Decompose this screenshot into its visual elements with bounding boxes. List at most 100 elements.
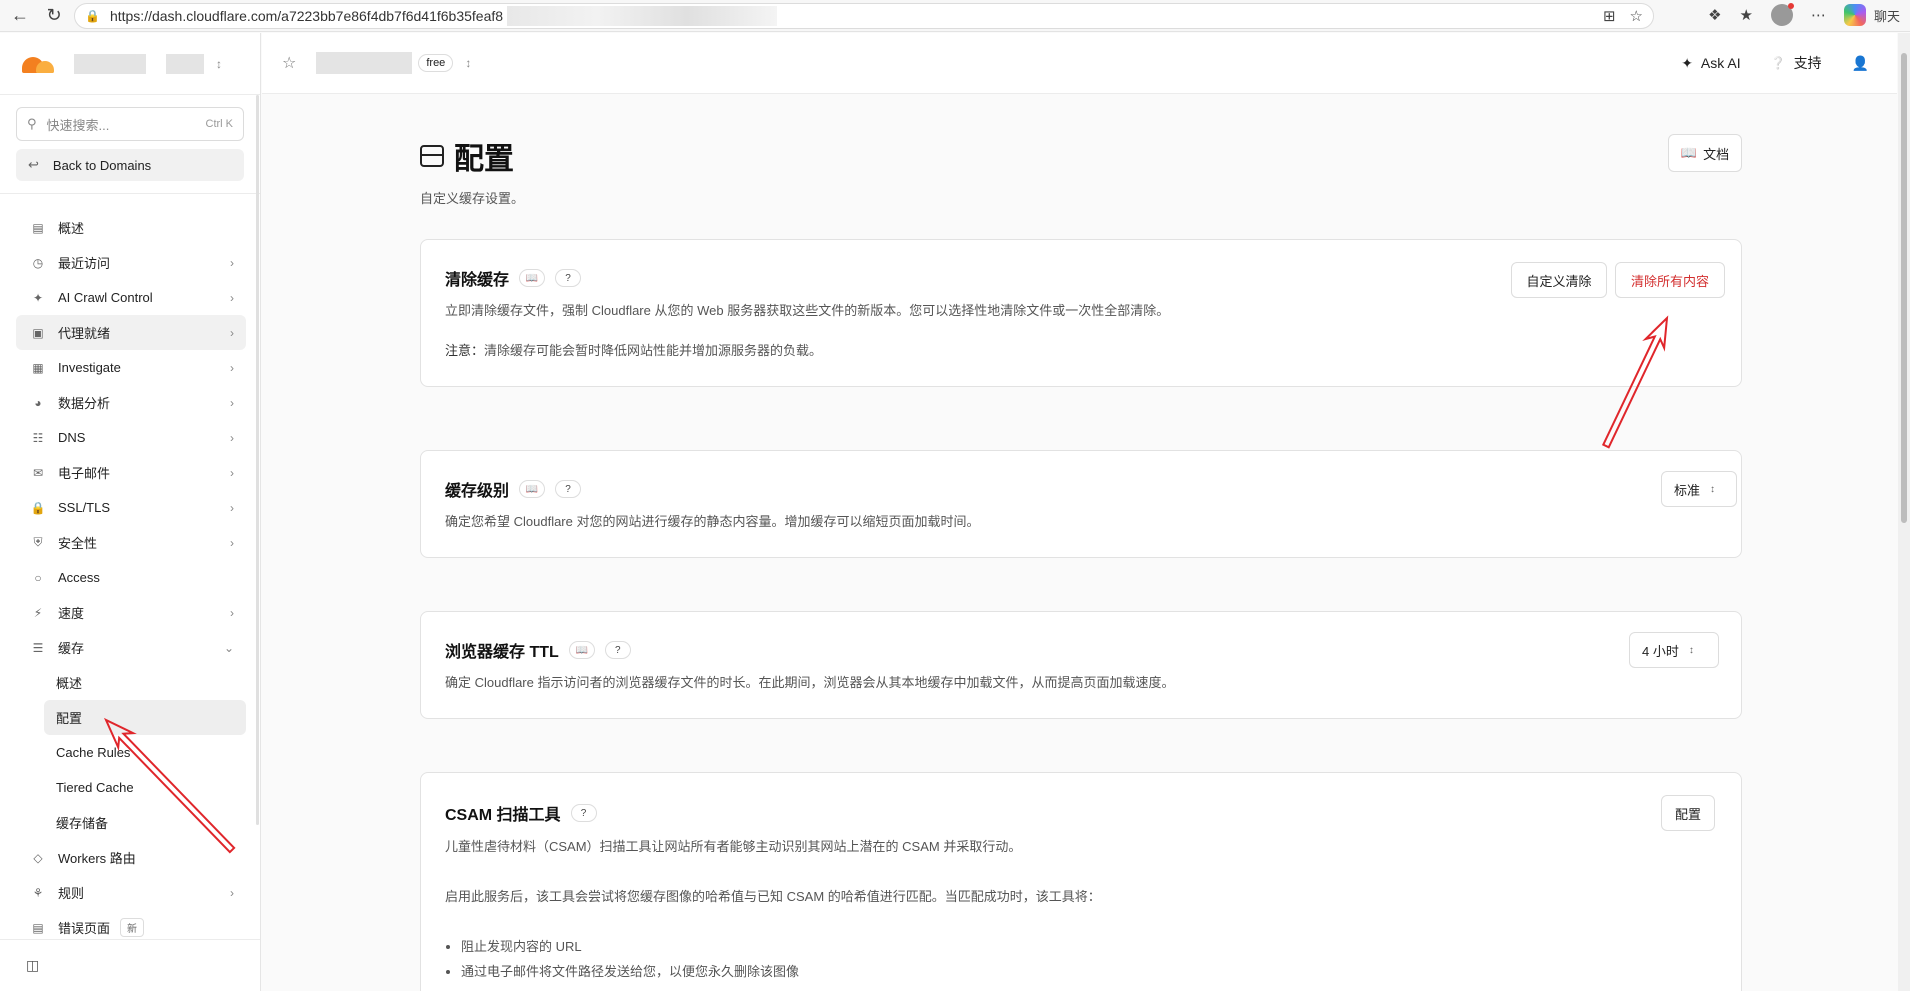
sidebar-subitem[interactable]: Tiered Cache	[44, 770, 246, 805]
scroll-thumb[interactable]	[1901, 53, 1907, 523]
book-icon[interactable]: 📖	[519, 480, 546, 498]
new-badge: 新	[120, 918, 145, 937]
address-bar[interactable]: 🔒 https://dash.cloudflare.com/a7223bb7e8…	[74, 3, 1654, 29]
sidebar-scrollbar[interactable]	[256, 95, 259, 825]
purge-title-text: 清除缓存	[445, 272, 510, 289]
csam-configure-button[interactable]: 配置	[1661, 795, 1715, 831]
cache-level-select[interactable]: 标准 ↕	[1661, 471, 1737, 507]
chevron-right-icon: ›	[230, 885, 234, 900]
docs-button[interactable]: 📖 文档	[1668, 134, 1742, 172]
chevron-updown-icon: ↕	[216, 56, 222, 71]
note-label: 注意：	[445, 343, 485, 358]
chevron-right-icon: ›	[230, 325, 234, 340]
chevron-right-icon: ›	[230, 605, 234, 620]
chevron-right-icon: ›	[230, 360, 234, 375]
investigate-icon: ▦	[32, 360, 44, 375]
sidebar-item[interactable]: ◇ Workers 路由	[16, 840, 246, 875]
csam-description: 儿童性虐待材料（CSAM）扫描工具让网站所有者能够主动识别其网站上潜在的 CSA…	[445, 839, 1022, 854]
reload-icon[interactable]: ↻	[40, 2, 68, 30]
ask-ai-label: Ask AI	[1700, 55, 1741, 71]
sidebar-subitem[interactable]: 概述	[44, 665, 246, 700]
sidebar-item-label: Investigate	[58, 360, 121, 375]
server-icon	[420, 145, 444, 167]
sidebar-item-label: Access	[58, 570, 100, 585]
purge-cache-card: 清除缓存 📖 ? 立即清除缓存文件，强制 Cloudflare 从您的 Web …	[420, 239, 1742, 387]
sparkle-icon: ✦	[1681, 54, 1693, 71]
dns-icon: ☷	[32, 430, 44, 445]
purge-cache-title: 清除缓存 📖 ?	[445, 266, 582, 290]
chevron-right-icon: ›	[230, 395, 234, 410]
browser-ttl-select[interactable]: 4 小时 ↕	[1629, 632, 1719, 668]
sidebar-item[interactable]: ☰ 缓存 ⌄	[16, 630, 246, 665]
ask-ai-button[interactable]: ✦ Ask AI	[1681, 55, 1740, 72]
search-input[interactable]: ⚲ 快速搜索... Ctrl K	[16, 107, 244, 141]
csam-title: CSAM 扫描工具 ?	[445, 801, 597, 825]
url-text: https://dash.cloudflare.com/a7223bb7e86f…	[109, 8, 504, 24]
window-scrollbar[interactable]	[1898, 33, 1910, 991]
sidebar-item[interactable]: ◕ 数据分析 ›	[16, 385, 246, 420]
sidebar-item[interactable]: 🔒 SSL/TLS ›	[16, 490, 246, 525]
sidebar-subitem[interactable]: 缓存储备	[44, 805, 246, 840]
sidebar: ↕ ⚲ 快速搜索... Ctrl K ↩ Back to Domains ▤ 概述…	[0, 33, 261, 991]
account-name-redacted	[74, 53, 146, 74]
favorite-star-icon[interactable]: ☆	[1630, 7, 1643, 25]
sidebar-item[interactable]: ⛨ 安全性 ›	[16, 525, 246, 560]
help-icon[interactable]: ?	[570, 804, 597, 822]
purge-everything-button[interactable]: 清除所有内容	[1615, 262, 1725, 298]
sidebar-subitem[interactable]: 配置	[44, 700, 246, 735]
site-info-icon[interactable]: 🔒	[85, 9, 100, 23]
chevron-right-icon: ›	[230, 255, 234, 270]
help-icon[interactable]: ?	[555, 480, 582, 498]
copilot-label[interactable]: 聊天	[1874, 6, 1900, 25]
sidebar-subitem[interactable]: Cache Rules	[44, 735, 246, 770]
help-icon[interactable]: ?	[555, 269, 582, 287]
favorites-icon[interactable]: ★	[1740, 6, 1753, 24]
custom-purge-button[interactable]: 自定义清除	[1511, 262, 1607, 298]
analytics-icon: ◕	[34, 395, 42, 410]
shield-icon: ⛨	[33, 535, 43, 549]
chevron-right-icon: ›	[230, 535, 234, 550]
browser-toolbar: ← ↻ 🔒 https://dash.cloudflare.com/a7223b…	[0, 0, 1910, 32]
chevron-updown-icon[interactable]: ↕	[465, 56, 471, 70]
sidebar-item[interactable]: ▦ Investigate ›	[16, 350, 246, 385]
help-icon[interactable]: ?	[604, 641, 631, 659]
account-switcher[interactable]: ↕	[0, 33, 260, 95]
sidebar-item[interactable]: ✦ AI Crawl Control ›	[16, 280, 246, 315]
clock-icon: ◷	[32, 255, 44, 270]
note-text: 清除缓存可能会暂时降低网站性能并增加源服务器的负载。	[484, 343, 823, 358]
profile-avatar[interactable]	[1770, 3, 1794, 26]
back-arrow-icon[interactable]: ←	[6, 2, 34, 30]
book-icon[interactable]: 📖	[568, 641, 595, 659]
book-icon[interactable]: 📖	[519, 269, 546, 287]
back-to-domains-button[interactable]: ↩ Back to Domains	[16, 149, 244, 181]
error-page-icon: ▤	[32, 920, 44, 935]
sidebar-item[interactable]: ⚘ 规则 ›	[16, 875, 246, 910]
more-menu-icon[interactable]: ⋯	[1811, 6, 1826, 24]
chevron-right-icon: ›	[230, 465, 234, 480]
sidebar-item[interactable]: ☷ DNS ›	[16, 420, 246, 455]
plan-badge: free	[418, 54, 454, 72]
sidebar-nav: ▤ 概述 ◷ 最近访问 › ✦ AI Crawl Control › ▣ 代理就绪 › ▦ Invest…	[0, 194, 260, 945]
sidebar-item[interactable]: ▣ 代理就绪 ›	[16, 315, 246, 350]
user-icon[interactable]: 👤	[1852, 55, 1869, 72]
extensions-icon[interactable]: ❖	[1708, 6, 1721, 24]
chevron-right-icon: ›	[230, 290, 234, 305]
sidebar-item[interactable]: ✉ 电子邮件 ›	[16, 455, 246, 490]
domain-name-redacted	[316, 52, 413, 74]
sidebar-item[interactable]: ▤ 概述	[16, 210, 246, 245]
collapse-sidebar-button[interactable]: ◫	[0, 939, 260, 991]
star-icon[interactable]: ☆	[282, 53, 296, 73]
page-title: 配置	[420, 134, 524, 178]
page-subtitle: 自定义缓存设置。	[420, 191, 525, 206]
sidebar-item[interactable]: ◷ 最近访问 ›	[16, 245, 246, 280]
sidebar-item-label: 电子邮件	[58, 466, 111, 481]
copilot-icon[interactable]	[1843, 4, 1866, 26]
docs-label: 文档	[1703, 146, 1730, 162]
sidebar-item[interactable]: ○ Access	[16, 560, 246, 595]
sidebar-item-label: 速度	[58, 606, 85, 621]
browser-ttl-value: 4 小时	[1642, 643, 1679, 659]
sidebar-item[interactable]: ⚡ 速度 ›	[16, 595, 246, 630]
support-button[interactable]: ❔ 支持	[1771, 53, 1822, 73]
main-content: 配置 自定义缓存设置。 📖 文档 清除缓存 📖 ? 立即清除缓存文件，强制 Cl…	[262, 94, 1897, 991]
app-available-icon[interactable]: ⊞	[1603, 7, 1616, 25]
